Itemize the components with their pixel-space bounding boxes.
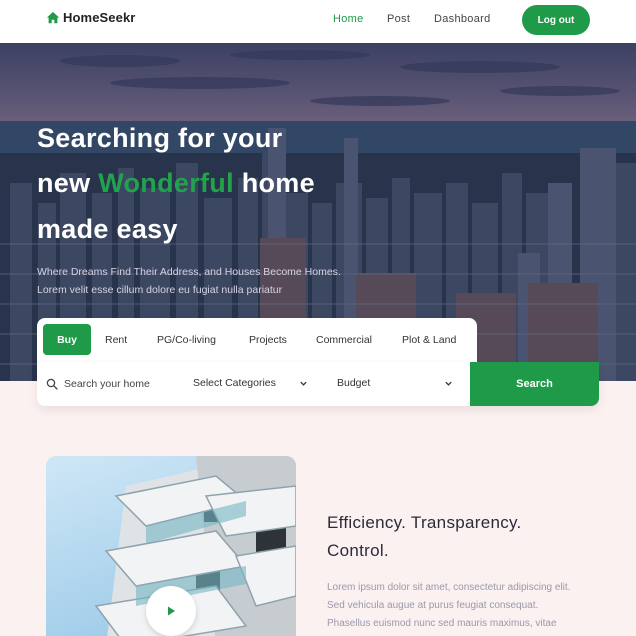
- hero-title-highlight: Wonderful: [98, 168, 234, 198]
- home-icon: [46, 11, 60, 23]
- content-paragraph-line-1: Lorem ipsum dolor sit amet, consectetur …: [327, 582, 571, 593]
- tab-projects[interactable]: Projects: [249, 334, 287, 346]
- tab-buy[interactable]: Buy: [43, 324, 91, 355]
- tab-plot-land[interactable]: Plot & Land: [402, 334, 456, 346]
- hero-title-suffix: home: [233, 168, 315, 198]
- hero-title-prefix: new: [37, 168, 99, 198]
- tab-commercial[interactable]: Commercial: [316, 334, 372, 346]
- search-icon: [46, 378, 58, 390]
- logout-button[interactable]: Log out: [522, 5, 590, 35]
- content-heading-line-1: Efficiency. Transparency.: [327, 513, 522, 532]
- hero-subtitle-2: Lorem velit esse cillum dolore eu fugiat…: [37, 284, 283, 296]
- category-select[interactable]: Select Categories: [193, 377, 276, 389]
- nav-dashboard-link[interactable]: Dashboard: [434, 13, 491, 25]
- hero-title-line-3: made easy: [37, 214, 178, 244]
- brand-name: HomeSeekr: [63, 10, 136, 25]
- content-paragraph-line-3: Phasellus euismod nunc sed mauris maximu…: [327, 618, 557, 629]
- play-video-button[interactable]: [146, 586, 196, 636]
- search-input[interactable]: [64, 374, 184, 394]
- search-button[interactable]: Search: [470, 362, 599, 406]
- nav-post-link[interactable]: Post: [387, 13, 410, 25]
- search-bar: Select Categories Budget Search: [37, 362, 599, 406]
- budget-select[interactable]: Budget: [337, 377, 370, 389]
- brand-logo[interactable]: HomeSeekr: [46, 10, 135, 25]
- hero-title-line-2: new Wonderful home: [37, 168, 315, 199]
- content-heading-line-2: Control.: [327, 541, 389, 560]
- tab-rent[interactable]: Rent: [105, 334, 127, 346]
- content-paragraph-line-2: Sed vehicula augue at purus feugiat cons…: [327, 600, 539, 611]
- hero-subtitle-1: Where Dreams Find Their Address, and Hou…: [37, 266, 341, 278]
- property-type-tabs: Buy Rent PG/Co-living Projects Commercia…: [37, 318, 477, 362]
- chevron-down-icon: [300, 381, 307, 386]
- navbar: HomeSeekr Home Post Dashboard Log out: [0, 0, 636, 43]
- hero-title-line-1: Searching for your: [37, 123, 283, 153]
- play-icon: [168, 606, 175, 616]
- tab-pg-co-living[interactable]: PG/Co-living: [157, 334, 216, 346]
- nav-home-link[interactable]: Home: [333, 13, 364, 25]
- chevron-down-icon: [445, 381, 452, 386]
